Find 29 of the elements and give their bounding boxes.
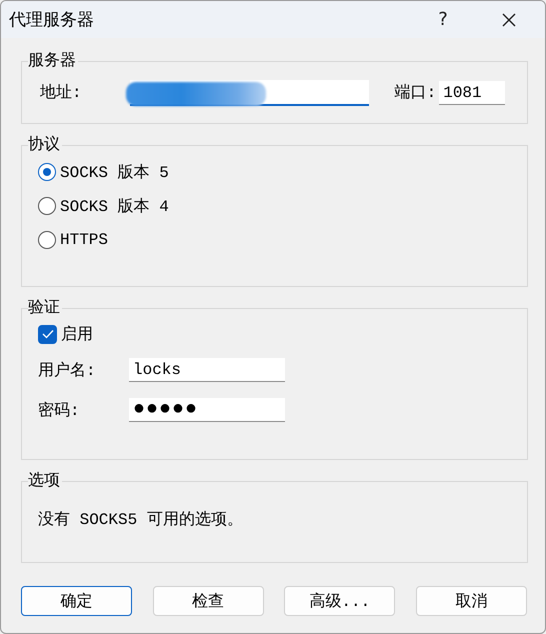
options-message: 没有 SOCKS5 可用的选项。: [38, 510, 244, 530]
dialog-button[interactable]: 取消: [416, 586, 527, 616]
close-icon: [502, 12, 516, 26]
radio-button[interactable]: [38, 231, 56, 249]
close-button[interactable]: [501, 12, 517, 28]
radio-button[interactable]: [38, 197, 56, 215]
field-label: 地址:: [40, 82, 82, 103]
checkmark-icon: [42, 329, 54, 339]
field-label: 端口:: [394, 82, 436, 103]
group-title: 验证: [28, 299, 62, 317]
field-label: 用户名:: [38, 360, 97, 380]
checkbox[interactable]: [38, 324, 57, 344]
radio-label: HTTPS: [60, 231, 108, 249]
window-title: 代理服务器: [9, 9, 94, 31]
group-title: 服务器: [28, 52, 78, 70]
group-title: 选项: [28, 472, 62, 490]
field-label: 密码:: [38, 400, 81, 420]
dialog-button[interactable]: 检查: [152, 586, 264, 616]
group-title: 协议: [28, 136, 62, 154]
username-field[interactable]: locks: [129, 358, 285, 382]
checkbox-label: 启用: [61, 324, 93, 344]
dialog-button[interactable]: 高级...: [284, 586, 396, 616]
dialog-button[interactable]: 确定: [21, 586, 132, 616]
radio-button[interactable]: [38, 163, 56, 181]
password-field[interactable]: ●●●●●: [129, 398, 285, 422]
port-field[interactable]: 1081: [439, 80, 506, 104]
help-button[interactable]: ?: [433, 6, 453, 32]
radio-label: SOCKS 版本 4: [60, 196, 169, 216]
radio-label: SOCKS 版本 5: [60, 162, 169, 182]
